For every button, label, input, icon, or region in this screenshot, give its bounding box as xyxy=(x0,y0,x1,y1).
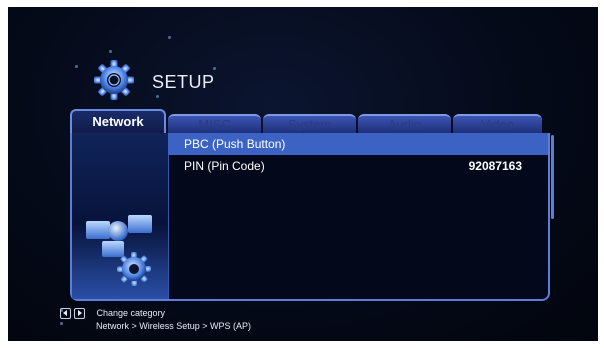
tab-audio[interactable]: Audio xyxy=(358,114,451,135)
list-item-pin[interactable]: PIN (Pin Code) 92087163 xyxy=(168,155,548,177)
gear-icon xyxy=(92,58,136,102)
left-arrow-icon xyxy=(60,308,71,320)
sparkle-dot xyxy=(109,50,112,53)
hint-row: Change category xyxy=(60,307,251,320)
footer-hints: Change category Network > Wireless Setup… xyxy=(60,307,251,332)
settings-panel: PBC (Push Button) PIN (Pin Code) 9208716… xyxy=(70,133,554,301)
page-title: SETUP xyxy=(152,72,215,92)
option-label: PIN (Pin Code) xyxy=(184,159,265,173)
tab-system[interactable]: System xyxy=(263,114,356,135)
scrollbar[interactable] xyxy=(551,135,554,219)
right-arrow-icon xyxy=(74,308,85,320)
change-category-hint: Change category xyxy=(96,308,166,318)
list-item-pbc[interactable]: PBC (Push Button) xyxy=(168,133,548,155)
pin-code-value: 92087163 xyxy=(468,159,522,173)
breadcrumb: Network > Wireless Setup > WPS (AP) xyxy=(96,321,252,331)
category-tabs: Network MISC System Audio Video xyxy=(70,109,542,135)
option-label: PBC (Push Button) xyxy=(184,137,286,151)
page-header: SETUP xyxy=(92,58,292,102)
network-settings-icon xyxy=(86,215,152,286)
tab-misc[interactable]: MISC xyxy=(168,114,261,135)
sparkle-dot xyxy=(75,65,78,68)
tv-screen: SETUP Network MISC System Audio Video PB… xyxy=(8,7,598,341)
option-list: PBC (Push Button) PIN (Pin Code) 9208716… xyxy=(168,133,548,177)
category-illustration xyxy=(72,133,169,299)
tab-video[interactable]: Video xyxy=(453,114,542,135)
sparkle-dot xyxy=(168,36,171,39)
tab-network[interactable]: Network xyxy=(70,109,166,135)
